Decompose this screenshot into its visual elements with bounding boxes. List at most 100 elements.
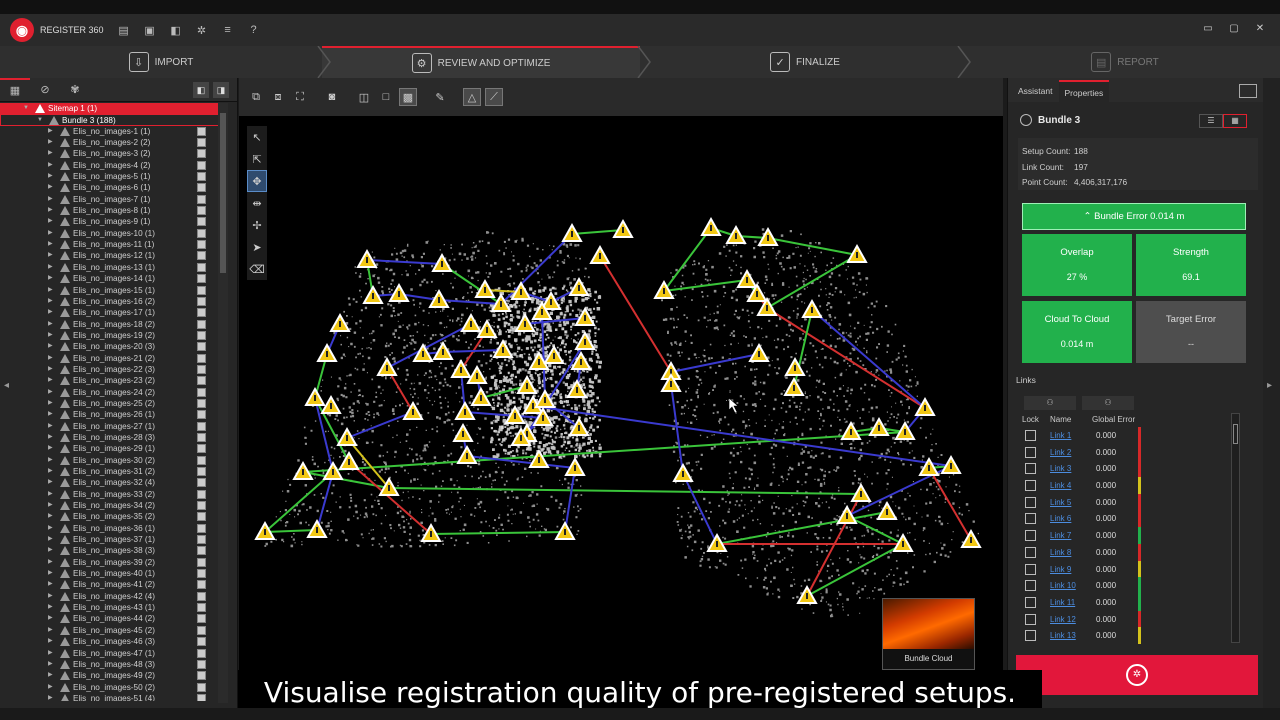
visibility-checkbox[interactable] [197,330,206,340]
visibility-checkbox[interactable] [197,149,206,159]
collapse-all-icon[interactable]: ◨ [213,81,229,98]
tile-cloud-to-cloud[interactable]: Cloud To Cloud 0.014 m [1022,301,1132,363]
single-view-icon[interactable]: □ [377,88,395,106]
expand-arrow-icon[interactable]: ▶ [48,137,53,148]
expand-arrow-icon[interactable]: ▶ [48,307,53,318]
visibility-checkbox[interactable] [197,342,206,352]
expand-arrow-icon[interactable]: ▶ [48,216,53,227]
link-name[interactable]: Link 1 [1050,431,1071,440]
lock-checkbox[interactable] [1025,596,1036,608]
link-name[interactable]: Link 11 [1050,598,1075,607]
link-line[interactable] [348,461,432,535]
link-line[interactable] [811,309,926,409]
zoom-selection-icon[interactable]: ⧈ [269,88,287,106]
folder-open-icon[interactable]: ▤ [118,24,130,37]
camera-icon[interactable]: ◙ [323,88,341,106]
visibility-checkbox[interactable] [197,546,206,556]
expand-arrow-icon[interactable]: ▶ [48,625,53,636]
tree-item[interactable]: ▶ Elis_no_images-27 (1) [0,421,222,432]
link-name[interactable]: Link 13 [1050,631,1076,640]
link-name[interactable]: Link 6 [1050,514,1071,523]
visibility-checkbox[interactable] [197,637,206,647]
visibility-checkbox[interactable] [197,251,206,261]
tab-properties[interactable]: Properties [1058,80,1110,102]
collapse-arrow-icon[interactable]: ▼ [23,103,29,114]
tree-item[interactable]: ▶ Elis_no_images-51 (4) [0,693,222,701]
visibility-checkbox[interactable] [197,353,206,363]
tree-item[interactable]: ▶ Elis_no_images-30 (2) [0,455,222,466]
link-row[interactable]: Link 10 0.000 [1022,577,1246,594]
tree-item[interactable]: ▶ Elis_no_images-13 (1) [0,262,222,273]
visibility-checkbox[interactable] [197,364,206,374]
expand-arrow-icon[interactable]: ▶ [48,477,53,488]
tree-item[interactable]: ▶ Elis_no_images-8 (1) [0,205,222,216]
link-name[interactable]: Link 10 [1050,581,1076,590]
visibility-checkbox[interactable] [197,535,206,545]
tree-item[interactable]: ▶ Elis_no_images-5 (1) [0,171,222,182]
tab-project-icon[interactable]: ▦ [0,77,30,102]
tree-item[interactable]: ▶ Elis_no_images-22 (3) [0,364,222,375]
visibility-checkbox[interactable] [197,489,206,499]
show-targets-icon[interactable]: △ [463,88,481,106]
expand-arrow-icon[interactable]: ▶ [48,579,53,590]
visibility-checkbox[interactable] [197,206,206,216]
tile-overlap[interactable]: Overlap 27 % [1022,234,1132,296]
tree-item[interactable]: ▶ Elis_no_images-46 (3) [0,636,222,647]
collapse-left-icon[interactable]: ◂ [4,380,9,391]
split-view-icon[interactable]: ◫ [355,88,373,106]
collapse-right-icon[interactable]: ▸ [1267,380,1272,391]
save-icon[interactable]: ▣ [144,24,156,37]
expand-arrow-icon[interactable]: ▶ [48,398,53,409]
visibility-checkbox[interactable] [197,591,206,601]
link-line[interactable] [564,467,576,533]
expand-arrow-icon[interactable]: ▶ [48,171,53,182]
expand-arrow-icon[interactable]: ▶ [48,239,53,250]
expand-arrow-icon[interactable]: ▶ [48,250,53,261]
link-name[interactable]: Link 9 [1050,565,1071,574]
link-line[interactable] [670,353,760,373]
link-name[interactable]: Link 12 [1050,615,1076,624]
bundle-cloud-thumbnail[interactable]: Bundle Cloud [882,598,975,670]
link-line[interactable] [438,299,502,305]
minimize-button[interactable]: ▭ [1202,23,1214,35]
expand-arrow-icon[interactable]: ▶ [48,409,53,420]
visibility-checkbox[interactable] [197,183,206,193]
lock-checkbox[interactable] [1025,446,1036,458]
link-name[interactable]: Link 7 [1050,531,1071,540]
visibility-checkbox[interactable] [197,614,206,624]
lock-checkbox[interactable] [1025,496,1036,508]
expand-arrow-icon[interactable]: ▶ [48,126,53,137]
tree-item[interactable]: ▶ Elis_no_images-39 (2) [0,557,222,568]
expand-arrow-icon[interactable]: ▶ [48,659,53,670]
tree-item[interactable]: ▶ Elis_no_images-2 (2) [0,137,222,148]
tree-item[interactable]: ▶ Elis_no_images-20 (3) [0,341,222,352]
tree-item[interactable]: ▶ Elis_no_images-6 (1) [0,182,222,193]
visibility-checkbox[interactable] [197,455,206,465]
expand-arrow-icon[interactable]: ▶ [48,455,53,466]
expand-arrow-icon[interactable]: ▶ [48,523,53,534]
visibility-checkbox[interactable] [197,398,206,408]
visibility-checkbox[interactable] [197,410,206,420]
expand-arrow-icon[interactable]: ▶ [48,148,53,159]
tree-item[interactable]: ▶ Elis_no_images-18 (2) [0,319,222,330]
tree-scrollbar[interactable] [218,103,228,703]
expand-arrow-icon[interactable]: ▶ [48,500,53,511]
visibility-checkbox[interactable] [197,557,206,567]
tree-item[interactable]: ▶ Elis_no_images-31 (2) [0,466,222,477]
tree-item[interactable]: ▶ Elis_no_images-16 (2) [0,296,222,307]
tree-item[interactable]: ▶ Elis_no_images-10 (1) [0,228,222,239]
expand-arrow-icon[interactable]: ▶ [48,319,53,330]
lock-checkbox[interactable] [1025,563,1036,575]
tree-item[interactable]: ▶ Elis_no_images-17 (1) [0,307,222,318]
tree-item[interactable]: ▶ Elis_no_images-26 (1) [0,409,222,420]
expand-arrow-icon[interactable]: ▶ [48,648,53,659]
tree-item[interactable]: ▶ Elis_no_images-21 (2) [0,353,222,364]
tree-item[interactable]: ▶ Elis_no_images-42 (4) [0,591,222,602]
expand-arrow-icon[interactable]: ▶ [48,341,53,352]
tree-item[interactable]: ▶ Elis_no_images-11 (1) [0,239,222,250]
zoom-extents-icon[interactable]: ⛶ [291,88,309,106]
visibility-checkbox[interactable] [197,319,206,329]
expand-arrow-icon[interactable]: ▶ [48,443,53,454]
links-scrollbar[interactable] [1231,413,1240,643]
link-add-icon[interactable]: ⚇ [1024,396,1076,410]
